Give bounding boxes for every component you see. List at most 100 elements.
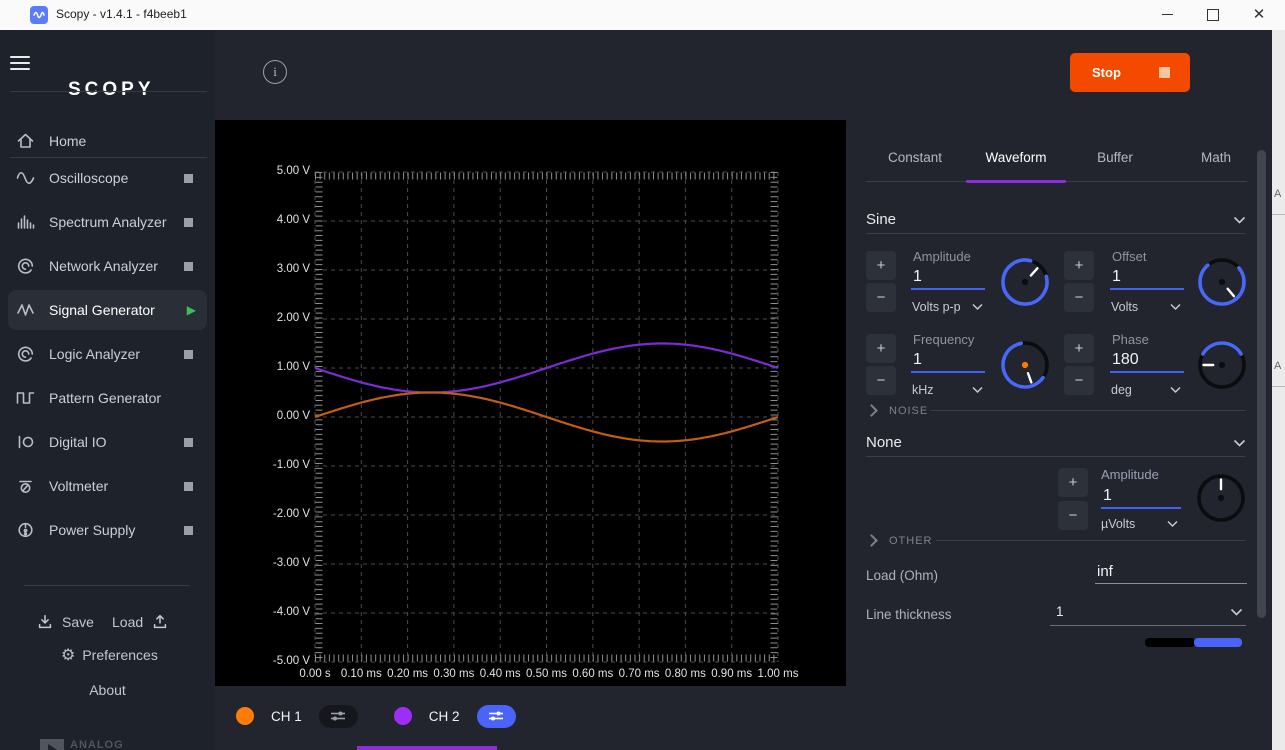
y-axis-tick-label: -5.00 V: [250, 655, 310, 667]
amplitude-input[interactable]: [911, 268, 985, 290]
amplitude-decrement-button[interactable]: −: [866, 283, 896, 312]
channel-2-label[interactable]: CH 2: [429, 709, 460, 724]
sidebar-item-digital-io[interactable]: Digital IO: [8, 422, 207, 462]
select-underline: [866, 456, 1245, 457]
channel-2-settings-button[interactable]: [477, 705, 516, 728]
analog-devices-logo-text: ANALOG DEVICES: [70, 739, 125, 750]
save-icon: [36, 613, 54, 631]
channel-2-block[interactable]: CH 2: [394, 705, 516, 728]
hscroll-track[interactable]: [1145, 638, 1195, 647]
stopped-indicator: [184, 482, 193, 491]
offset-decrement-button[interactable]: −: [1064, 283, 1094, 312]
info-icon[interactable]: i: [263, 60, 287, 84]
frequency-label: Frequency: [913, 332, 974, 347]
phase-increment-button[interactable]: +: [1064, 334, 1094, 363]
sliders-icon: [487, 710, 505, 722]
frequency-unit-select[interactable]: kHz: [912, 383, 934, 397]
amplitude-label: Amplitude: [913, 249, 971, 264]
tab-math[interactable]: Math: [1171, 150, 1261, 174]
chevron-down-icon[interactable]: [1170, 303, 1181, 311]
waveform-plot[interactable]: 5.00 V4.00 V3.00 V2.00 V1.00 V0.00 V-1.0…: [215, 120, 846, 686]
frequency-increment-button[interactable]: +: [866, 334, 896, 363]
line-thickness-select[interactable]: 1: [1056, 604, 1064, 619]
y-axis-tick-label: -3.00 V: [250, 557, 310, 569]
noise-amplitude-knob[interactable]: [1193, 470, 1249, 531]
logic-analyzer-icon: [14, 344, 36, 364]
tab-buffer[interactable]: Buffer: [1070, 150, 1160, 174]
channel-1-label[interactable]: CH 1: [271, 709, 302, 724]
frequency-decrement-button[interactable]: −: [866, 366, 896, 395]
offset-knob[interactable]: [1194, 254, 1250, 315]
signal-generator-icon: [14, 300, 36, 320]
stopped-indicator: [184, 262, 193, 271]
offset-unit-select[interactable]: Volts: [1111, 300, 1138, 314]
chevron-down-icon[interactable]: [1230, 608, 1243, 617]
chevron-down-icon[interactable]: [1167, 520, 1178, 528]
offset-input[interactable]: [1110, 268, 1184, 290]
channel-1-settings-button[interactable]: [319, 705, 358, 728]
close-button[interactable]: ✕: [1242, 0, 1276, 29]
tab-constant[interactable]: Constant: [870, 150, 960, 174]
amplitude-unit-select[interactable]: Volts p-p: [912, 300, 961, 314]
channel-1-block[interactable]: CH 1: [236, 705, 358, 728]
divider: [10, 91, 207, 92]
chevron-down-icon[interactable]: [972, 386, 983, 394]
minimize-button[interactable]: [1150, 0, 1184, 29]
pattern-icon: [14, 388, 36, 408]
frequency-input[interactable]: [911, 351, 985, 373]
sliders-icon: [329, 710, 347, 722]
noise-amplitude-decrement-button[interactable]: −: [1058, 501, 1088, 530]
sidebar-item-spectrum-analyzer[interactable]: Spectrum Analyzer: [8, 202, 207, 242]
chevron-down-icon[interactable]: [1170, 386, 1181, 394]
frequency-knob[interactable]: [997, 337, 1053, 398]
noise-amplitude-unit-select[interactable]: µVolts: [1101, 517, 1135, 531]
channel-1-color-dot: [236, 707, 254, 725]
sidebar-item-home[interactable]: Home: [8, 121, 207, 161]
noise-amplitude-increment-button[interactable]: +: [1058, 468, 1088, 497]
tab-waveform[interactable]: Waveform: [971, 150, 1061, 174]
sidebar-item-signal-generator[interactable]: Signal Generator▶: [8, 290, 207, 330]
phase-input[interactable]: [1110, 351, 1184, 373]
plot-canvas: [215, 120, 846, 686]
background-window-strip: A A: [1272, 30, 1285, 750]
preferences-button[interactable]: ⚙ Preferences: [61, 645, 158, 665]
sidebar-item-logic-analyzer[interactable]: Logic Analyzer: [8, 334, 207, 374]
maximize-button[interactable]: [1196, 0, 1230, 29]
voltmeter-icon: [14, 476, 36, 496]
y-axis-tick-label: -2.00 V: [250, 508, 310, 520]
sidebar-item-power-supply[interactable]: Power Supply: [8, 510, 207, 550]
about-link[interactable]: About: [0, 682, 215, 698]
select-underline: [866, 233, 1245, 234]
amplitude-knob[interactable]: [997, 254, 1053, 315]
stop-button[interactable]: Stop: [1070, 53, 1190, 92]
offset-increment-button[interactable]: +: [1064, 251, 1094, 280]
sidebar-item-network-analyzer[interactable]: Network Analyzer: [8, 246, 207, 286]
chevron-down-icon[interactable]: [1233, 439, 1246, 448]
phase-unit-select[interactable]: deg: [1111, 383, 1132, 397]
load-input[interactable]: [1095, 563, 1247, 584]
stopped-indicator: [184, 526, 193, 535]
noise-type-select[interactable]: None: [866, 434, 902, 451]
menu-icon[interactable]: [10, 52, 30, 74]
amplitude-increment-button[interactable]: +: [866, 251, 896, 280]
sidebar-item-voltmeter[interactable]: Voltmeter: [8, 466, 207, 506]
noise-amplitude-input[interactable]: [1101, 487, 1181, 509]
noise-section-header: NOISE: [889, 405, 928, 417]
y-axis-tick-label: 5.00 V: [250, 165, 310, 177]
sidebar-item-oscilloscope[interactable]: Oscilloscope: [8, 158, 207, 198]
chevron-down-icon[interactable]: [972, 303, 983, 311]
chevron-down-icon[interactable]: [1233, 216, 1246, 225]
save-button[interactable]: Save: [36, 613, 94, 631]
power-supply-icon: [14, 520, 36, 540]
hscroll-thumb[interactable]: [1194, 638, 1242, 647]
phase-knob[interactable]: [1194, 337, 1250, 398]
waveform-type-select[interactable]: Sine: [866, 211, 896, 228]
phase-label: Phase: [1112, 332, 1149, 347]
noise-amplitude-label: Amplitude: [1101, 467, 1159, 482]
sidebar-item-label: Signal Generator: [49, 302, 155, 318]
panel-scrollbar[interactable]: [1257, 150, 1266, 618]
load-button[interactable]: Load: [112, 613, 169, 631]
load-icon: [151, 613, 169, 631]
phase-decrement-button[interactable]: −: [1064, 366, 1094, 395]
sidebar-item-pattern-generator[interactable]: Pattern Generator: [8, 378, 207, 418]
